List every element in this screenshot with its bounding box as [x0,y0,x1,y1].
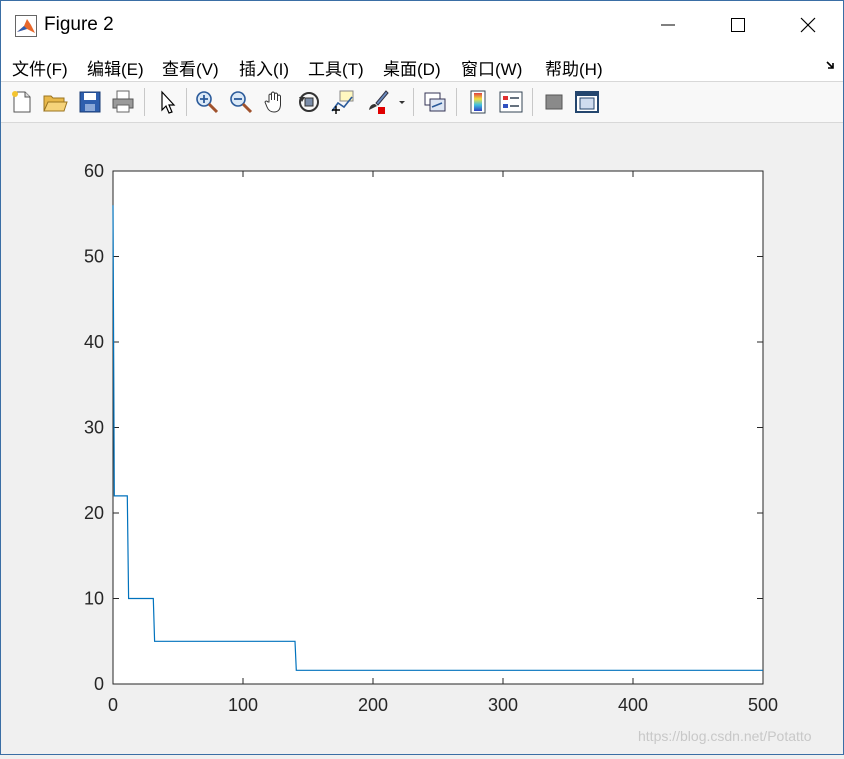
y-tick-label: 0 [94,674,104,694]
window-title: Figure 2 [44,14,114,35]
link-plot-icon[interactable] [422,89,448,115]
edit-plot-arrow-icon[interactable] [154,89,180,115]
menu-help[interactable]: 帮助(H) [545,55,603,80]
close-button[interactable] [773,1,843,49]
x-tick-label: 100 [228,695,258,715]
close-icon [800,17,816,33]
menu-edit[interactable]: 编辑(E) [87,55,144,80]
y-tick-label: 60 [84,161,104,181]
menu-desktop[interactable]: 桌面(D) [383,55,441,80]
x-tick-label: 400 [618,695,648,715]
axes-background [112,170,764,685]
dock-arrow-icon[interactable] [825,59,837,71]
menu-tools[interactable]: 工具(T) [308,55,364,80]
hide-plot-tools-icon[interactable] [541,89,567,115]
line-chart[interactable]: 0 100 200 300 400 500 0 10 20 30 40 50 60 [1,123,843,754]
menu-view[interactable]: 查看(V) [162,55,219,80]
toolbar-separator [532,88,533,116]
colorbar-icon[interactable] [465,89,491,115]
brush-dropdown-icon[interactable] [395,89,409,115]
pan-hand-icon[interactable] [262,89,288,115]
y-tick-label: 10 [84,589,104,609]
menu-bar: 文件(F) 编辑(E) 查看(V) 插入(I) 工具(T) 桌面(D) 窗口(W… [1,49,843,81]
minimize-icon [661,24,675,26]
watermark-text: https://blog.csdn.net/Potatto [638,728,812,744]
print-icon[interactable] [110,89,136,115]
legend-icon[interactable] [498,89,524,115]
zoom-out-icon[interactable] [228,89,254,115]
zoom-in-icon[interactable] [194,89,220,115]
x-tick-label: 200 [358,695,388,715]
y-tick-label: 40 [84,332,104,352]
menu-window[interactable]: 窗口(W) [461,55,522,80]
x-tick-label: 500 [748,695,778,715]
y-tick-label: 30 [84,418,104,438]
brush-icon[interactable] [364,89,390,115]
x-tick-label: 300 [488,695,518,715]
figure-window: Figure 2 文件(F) 编辑(E) 查看(V) 插入(I) 工具(T) 桌… [0,0,844,755]
figure-canvas: 0 100 200 300 400 500 0 10 20 30 40 50 60 [1,123,843,754]
rotate-3d-icon[interactable] [296,89,322,115]
matlab-logo-icon [15,15,37,37]
toolbar-separator [413,88,414,116]
maximize-button[interactable] [703,1,773,49]
maximize-icon [731,18,745,32]
title-bar[interactable]: Figure 2 [1,1,843,49]
show-plot-tools-icon[interactable] [574,89,600,115]
y-tick-label: 50 [84,247,104,267]
new-figure-icon[interactable] [9,89,35,115]
menu-insert[interactable]: 插入(I) [239,55,289,80]
toolbar-separator [456,88,457,116]
minimize-button[interactable] [633,1,703,49]
open-file-icon[interactable] [42,89,68,115]
toolbar-separator [186,88,187,116]
save-icon[interactable] [77,89,103,115]
data-cursor-icon[interactable] [330,89,356,115]
figure-toolbar [1,81,843,123]
y-tick-label: 20 [84,503,104,523]
menu-file[interactable]: 文件(F) [12,55,68,80]
x-tick-label: 0 [108,695,118,715]
toolbar-separator [144,88,145,116]
